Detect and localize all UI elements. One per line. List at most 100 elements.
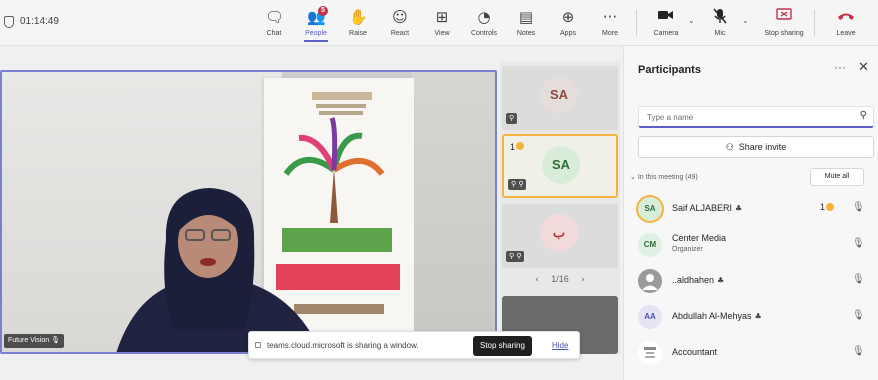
participant-row[interactable]: ..aldhahen ♣ 🎙 xyxy=(638,266,874,296)
leave-button[interactable]: Leave xyxy=(826,4,866,42)
mic-button[interactable]: Mic xyxy=(700,4,740,42)
main-video-stage: Future Vision 🎙 xyxy=(0,70,497,354)
avatar: SA xyxy=(638,197,662,221)
participant-row[interactable]: CM Center Media Organizer 🎙 xyxy=(638,230,874,260)
external-user-icon: ♣ xyxy=(717,276,725,285)
share-screen-icon xyxy=(775,8,793,26)
external-user-icon: ♣ xyxy=(735,204,743,213)
sharing-message: teams.cloud.microsoft is sharing a windo… xyxy=(267,341,419,350)
search-input[interactable] xyxy=(647,110,847,124)
pin-icon: ⚲ xyxy=(506,113,518,124)
raise-label: Raise xyxy=(349,30,367,37)
video-tile[interactable]: SA ⚲ xyxy=(502,66,618,130)
notes-label: Notes xyxy=(516,30,536,37)
mic-off-icon: 🎙 xyxy=(852,202,865,213)
participants-panel: Participants ··· ✕ ⚲ ⚇ Share invite ⌄ In … xyxy=(623,46,878,380)
panel-title: Participants xyxy=(638,64,701,76)
hide-link[interactable]: Hide xyxy=(552,341,568,350)
people-count-badge: 5 xyxy=(318,6,328,16)
mic-off-icon: 🎙 xyxy=(852,310,865,321)
camera-label: Camera xyxy=(653,30,679,37)
raise-hand-icon xyxy=(516,142,525,150)
meeting-toolbar: 01:14:49 🗨 Chat 👥 5 People ✋ Raise ☺ Rea… xyxy=(0,0,878,46)
more-label: More xyxy=(602,30,618,37)
stop-sharing-button[interactable]: Stop sharing xyxy=(762,4,806,42)
people-add-icon: ⚇ xyxy=(725,143,734,153)
participant-tiles: SA ⚲ 1 SA ⚲ ⚲ ب ⚲ ⚲ ‹ 1/16 › xyxy=(500,62,620,354)
mute-all-button[interactable]: Mute all xyxy=(810,168,864,186)
toolbar-divider xyxy=(814,10,815,36)
people-button[interactable]: 👥 5 People xyxy=(296,4,336,42)
controls-button[interactable]: ◔ Controls xyxy=(464,4,504,42)
notes-icon: ▤ xyxy=(518,8,534,26)
participant-name: Abdullah Al-Mehyas ♣ xyxy=(672,311,762,321)
avatar: CM xyxy=(638,233,662,257)
react-icon: ☺ xyxy=(392,8,408,26)
apps-button[interactable]: ⊕ Apps xyxy=(548,4,588,42)
share-invite-button[interactable]: ⚇ Share invite xyxy=(638,136,874,158)
participant-row[interactable]: Accountant 🎙 xyxy=(638,338,874,368)
sharing-notification-bar: teams.cloud.microsoft is sharing a windo… xyxy=(248,331,580,359)
react-label: React xyxy=(390,30,410,37)
more-button[interactable]: ··· More xyxy=(590,4,630,42)
view-button[interactable]: ⊞ View xyxy=(422,4,462,42)
leave-label: Leave xyxy=(836,30,856,37)
mic-off-icon xyxy=(711,8,729,26)
stop-sharing-bar-button[interactable]: Stop sharing xyxy=(473,336,532,356)
raise-hand-icon xyxy=(826,203,835,211)
chat-button[interactable]: 🗨 Chat xyxy=(254,4,294,42)
participant-name: Saif ALJABERI ♣ xyxy=(672,203,743,213)
mic-off-icon: 🎙 xyxy=(852,274,865,285)
chevron-right-icon[interactable]: › xyxy=(581,275,585,285)
raised-hand-indicator: 1 xyxy=(820,202,835,212)
controls-icon: ◔ xyxy=(477,8,491,26)
participant-row[interactable]: AA Abdullah Al-Mehyas ♣ 🎙 xyxy=(638,302,874,332)
search-icon: ⚲ xyxy=(859,110,867,121)
chat-label: Chat xyxy=(266,30,282,37)
camera-options-chevron-icon[interactable]: ⌄ xyxy=(688,16,695,25)
more-options-icon[interactable]: ··· xyxy=(834,60,846,74)
participant-name: Center Media xyxy=(672,233,727,243)
apps-icon: ⊕ xyxy=(561,8,575,26)
avatar: ب xyxy=(540,214,578,252)
in-meeting-section-header[interactable]: ⌄ In this meeting (49) xyxy=(630,173,698,181)
external-user-icon: ♣ xyxy=(754,312,762,321)
raise-button[interactable]: ✋ Raise xyxy=(338,4,378,42)
share-invite-label: Share invite xyxy=(738,142,787,152)
mic-off-icon: 🎙 xyxy=(852,346,865,357)
mic-label: Mic xyxy=(714,30,726,37)
stop-sharing-label: Stop sharing xyxy=(764,30,804,37)
chat-icon: 🗨 xyxy=(265,8,285,26)
camera-button[interactable]: Camera xyxy=(646,4,686,42)
participant-role: Organizer xyxy=(672,246,703,253)
participant-row[interactable]: SA Saif ALJABERI ♣ 1 🎙 xyxy=(638,194,874,224)
avatar: SA xyxy=(540,76,578,114)
close-icon[interactable]: ✕ xyxy=(858,60,869,75)
mic-off-icon: 🎙 xyxy=(852,238,865,249)
raise-hand-icon: ✋ xyxy=(349,8,368,26)
controls-label: Controls xyxy=(470,30,498,37)
mic-options-chevron-icon[interactable]: ⌄ xyxy=(742,16,749,25)
video-tile[interactable]: ب ⚲ ⚲ xyxy=(502,204,618,268)
chevron-left-icon[interactable]: ‹ xyxy=(535,275,539,285)
background-wall xyxy=(412,72,495,352)
view-icon: ⊞ xyxy=(435,8,449,26)
avatar xyxy=(638,341,662,365)
chevron-down-icon: ⌄ xyxy=(630,174,638,181)
speaker-video xyxy=(94,180,324,352)
participant-search[interactable]: ⚲ xyxy=(638,106,874,128)
tile-pager: ‹ 1/16 › xyxy=(502,274,618,285)
shield-icon xyxy=(4,16,14,28)
toolbar-divider xyxy=(636,10,637,36)
participant-name: Accountant xyxy=(672,347,718,357)
raised-hand-indicator: 1 xyxy=(510,142,525,152)
notes-button[interactable]: ▤ Notes xyxy=(506,4,546,42)
pin-icon: ⚲ ⚲ xyxy=(506,251,525,262)
apps-label: Apps xyxy=(560,30,576,37)
camera-icon xyxy=(657,8,675,26)
react-button[interactable]: ☺ React xyxy=(380,4,420,42)
avatar: SA xyxy=(542,146,580,184)
pin-icon: ⚲ ⚲ xyxy=(508,179,527,190)
participant-name: ..aldhahen ♣ xyxy=(672,275,725,285)
video-tile-raised-hand[interactable]: 1 SA ⚲ ⚲ xyxy=(502,134,618,198)
